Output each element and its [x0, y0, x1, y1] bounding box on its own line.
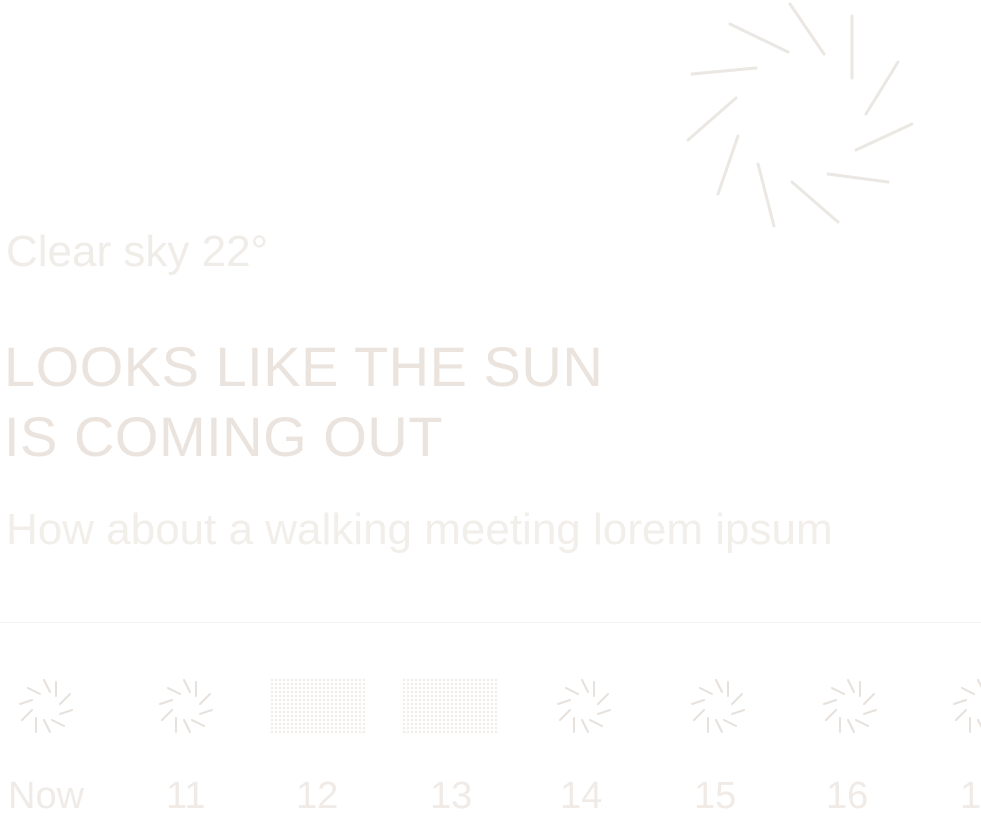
cloud-icon	[270, 678, 366, 734]
sun-rays-icon	[680, 0, 920, 230]
forecast-hour: 12	[268, 660, 398, 817]
sun-icon	[948, 674, 981, 738]
forecast-hour-label: 14	[560, 775, 603, 817]
forecast-hour-label: 15	[694, 775, 737, 817]
headline-line-2: IS COMING OUT	[4, 405, 443, 468]
divider	[0, 622, 981, 623]
forecast-hour: 15	[674, 660, 804, 817]
forecast-hour-label: Now	[8, 775, 85, 817]
sun-icon	[14, 674, 78, 738]
sun-icon	[818, 674, 882, 738]
forecast-hour-label: 16	[826, 775, 869, 817]
sun-icon	[552, 674, 616, 738]
forecast-hour-label: 13	[430, 775, 473, 817]
headline-line-1: LOOKS LIKE THE SUN	[4, 335, 604, 398]
forecast-hour: 17	[940, 660, 981, 813]
sun-icon	[154, 674, 218, 738]
forecast-hour: 14	[540, 660, 670, 817]
sun-icon	[686, 674, 750, 738]
forecast-hour: Now	[0, 660, 130, 817]
headline: LOOKS LIKE THE SUN IS COMING OUT	[4, 332, 704, 472]
hourly-forecast: Now 11 12 13 14 15 16 1	[0, 660, 981, 817]
forecast-hour-label: 17	[960, 775, 981, 813]
weather-condition: Clear sky 22°	[6, 227, 269, 276]
subtitle: How about a walking meeting lorem ipsum	[6, 505, 833, 554]
cloud-icon	[402, 678, 498, 734]
forecast-hour: 16	[806, 660, 936, 817]
forecast-hour: 13	[402, 660, 532, 817]
forecast-hour-label: 11	[166, 775, 206, 817]
forecast-hour: 11	[140, 660, 270, 817]
forecast-hour-label: 12	[296, 775, 339, 817]
